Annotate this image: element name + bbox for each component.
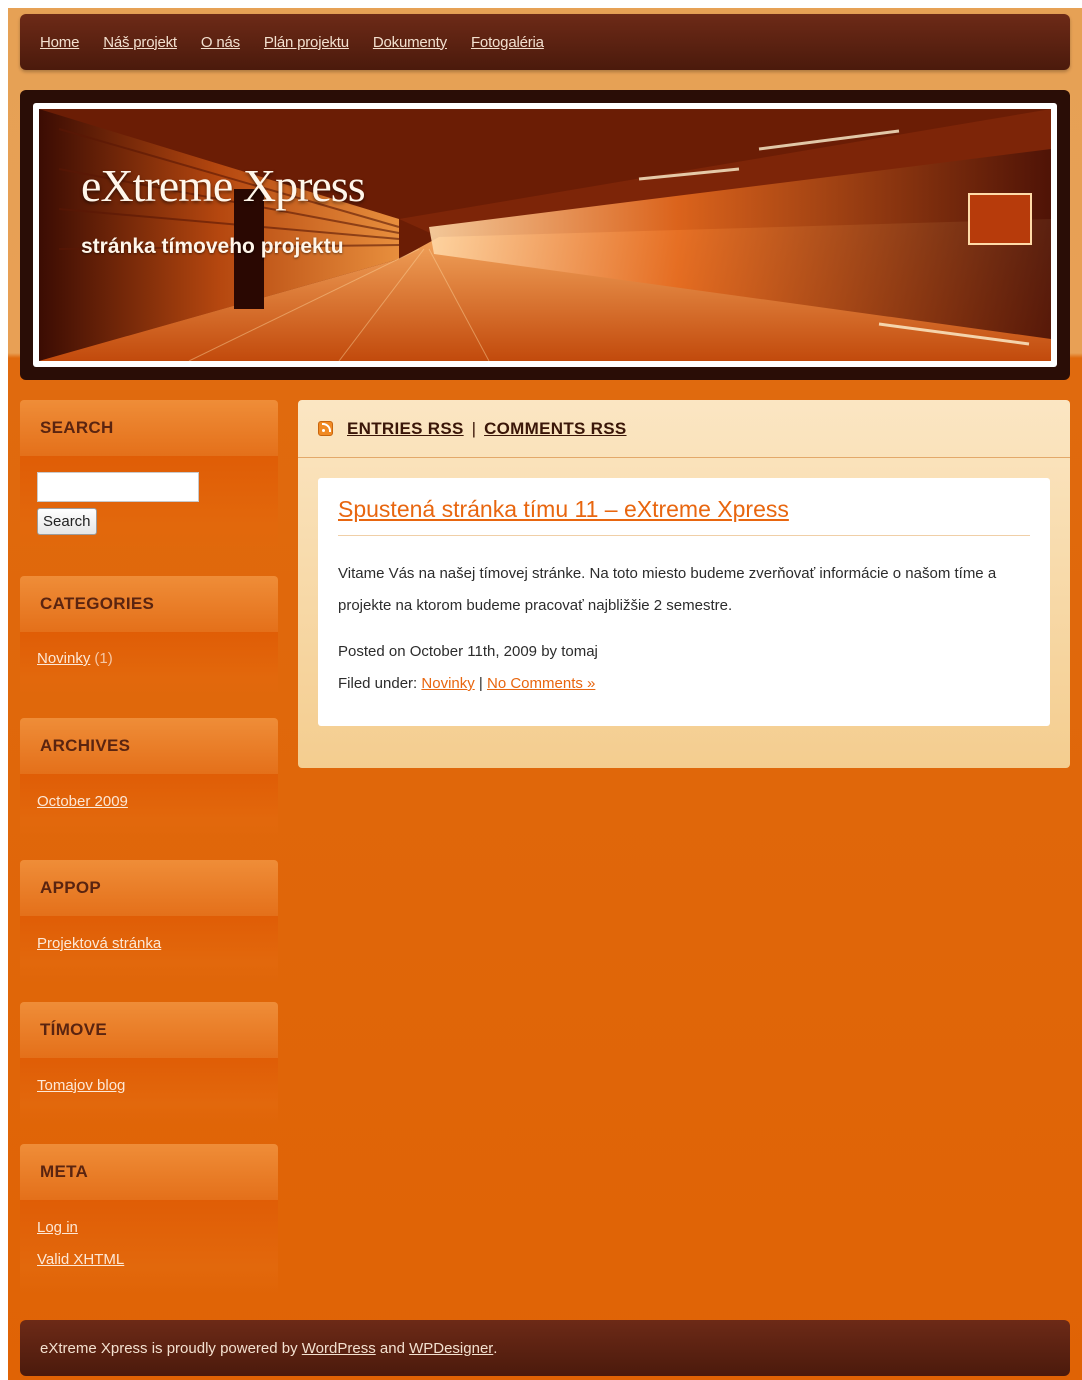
category-link-novinky[interactable]: Novinky bbox=[37, 648, 90, 670]
post-date-author: Posted on October 11th, 2009 by tomaj bbox=[338, 643, 598, 660]
category-item: Novinky (1) bbox=[37, 648, 261, 670]
meta-widget-title: META bbox=[20, 1144, 278, 1200]
footer-and: and bbox=[379, 1339, 405, 1357]
appop-widget-body: Projektová stránka bbox=[20, 916, 278, 982]
link-log-in[interactable]: Log in bbox=[37, 1212, 261, 1244]
rss-icon bbox=[318, 421, 333, 436]
footer: eXtreme Xpress is proudly powered by Wor… bbox=[20, 1320, 1070, 1376]
search-widget-body: Search bbox=[20, 456, 278, 556]
meta-widget: META Log in Valid XHTML bbox=[20, 1144, 278, 1296]
link-projektova-stranka[interactable]: Projektová stránka bbox=[37, 928, 261, 960]
nav-o-nas[interactable]: O nás bbox=[201, 34, 240, 51]
categories-widget: CATEGORIES Novinky (1) bbox=[20, 576, 278, 698]
appop-widget: APPOP Projektová stránka bbox=[20, 860, 278, 982]
archives-widget-title: ARCHIVES bbox=[20, 718, 278, 774]
filed-separator: | bbox=[478, 675, 483, 692]
footer-wpdesigner-link[interactable]: WPDesigner bbox=[409, 1340, 493, 1357]
sidebar: SEARCH Search CATEGORIES Novinky (1) ARC… bbox=[20, 400, 278, 1316]
rss-bar: ENTRIES RSS | COMMENTS RSS bbox=[298, 400, 1070, 458]
nav-fotogaleria[interactable]: Fotogaléria bbox=[471, 34, 544, 51]
archive-link-october-2009[interactable]: October 2009 bbox=[37, 786, 261, 818]
filed-under-label: Filed under: bbox=[338, 675, 418, 692]
entries-rss-link[interactable]: ENTRIES RSS bbox=[347, 419, 464, 439]
top-navigation: Home Náš projekt O nás Plán projektu Dok… bbox=[20, 14, 1070, 70]
post-category-link[interactable]: Novinky bbox=[421, 675, 474, 692]
post-comments-link[interactable]: No Comments » bbox=[487, 675, 595, 692]
footer-text: eXtreme Xpress is proudly powered by bbox=[40, 1339, 298, 1357]
rss-separator: | bbox=[471, 418, 477, 438]
search-widget: SEARCH Search bbox=[20, 400, 278, 556]
nav-dokumenty[interactable]: Dokumenty bbox=[373, 34, 447, 51]
site-description: stránka tímoveho projektu bbox=[81, 235, 344, 258]
post-meta: Posted on October 11th, 2009 by tomaj Fi… bbox=[338, 636, 1030, 700]
main-content: ENTRIES RSS | COMMENTS RSS Spustená strá… bbox=[298, 400, 1070, 768]
nav-nas-projekt[interactable]: Náš projekt bbox=[103, 34, 177, 51]
nav-home[interactable]: Home bbox=[40, 34, 79, 51]
meta-widget-body: Log in Valid XHTML bbox=[20, 1200, 278, 1296]
search-input[interactable] bbox=[37, 472, 199, 502]
site-title[interactable]: eXtreme Xpress bbox=[81, 159, 366, 212]
post-filed: Filed under: Novinky | No Comments » bbox=[338, 668, 1030, 700]
comments-rss-link[interactable]: COMMENTS RSS bbox=[484, 419, 626, 439]
timove-widget-body: Tomajov blog bbox=[20, 1058, 278, 1124]
search-widget-title: SEARCH bbox=[20, 400, 278, 456]
post-title[interactable]: Spustená stránka tímu 11 – eXtreme Xpres… bbox=[338, 496, 1030, 536]
timove-widget-title: TÍMOVE bbox=[20, 1002, 278, 1058]
appop-widget-title: APPOP bbox=[20, 860, 278, 916]
header-photo: eXtreme Xpress stránka tímoveho projektu bbox=[39, 109, 1051, 361]
link-tomajov-blog[interactable]: Tomajov blog bbox=[37, 1070, 261, 1102]
archives-widget-body: October 2009 bbox=[20, 774, 278, 840]
footer-wordpress-link[interactable]: WordPress bbox=[302, 1340, 376, 1357]
search-button[interactable]: Search bbox=[37, 508, 97, 535]
footer-period: . bbox=[493, 1339, 498, 1357]
header-border: eXtreme Xpress stránka tímoveho projektu bbox=[33, 103, 1057, 367]
categories-widget-title: CATEGORIES bbox=[20, 576, 278, 632]
timove-widget: TÍMOVE Tomajov blog bbox=[20, 1002, 278, 1124]
archives-widget: ARCHIVES October 2009 bbox=[20, 718, 278, 840]
header-banner: eXtreme Xpress stránka tímoveho projektu bbox=[20, 90, 1070, 380]
page: Home Náš projekt O nás Plán projektu Dok… bbox=[8, 8, 1082, 1380]
post: Spustená stránka tímu 11 – eXtreme Xpres… bbox=[318, 478, 1050, 726]
categories-widget-body: Novinky (1) bbox=[20, 632, 278, 698]
category-count: (1) bbox=[94, 650, 113, 667]
post-body: Vitame Vás na našej tímovej stránke. Na … bbox=[338, 565, 997, 614]
link-valid-xhtml[interactable]: Valid XHTML bbox=[37, 1244, 261, 1276]
nav-plan-projektu[interactable]: Plán projektu bbox=[264, 34, 349, 51]
